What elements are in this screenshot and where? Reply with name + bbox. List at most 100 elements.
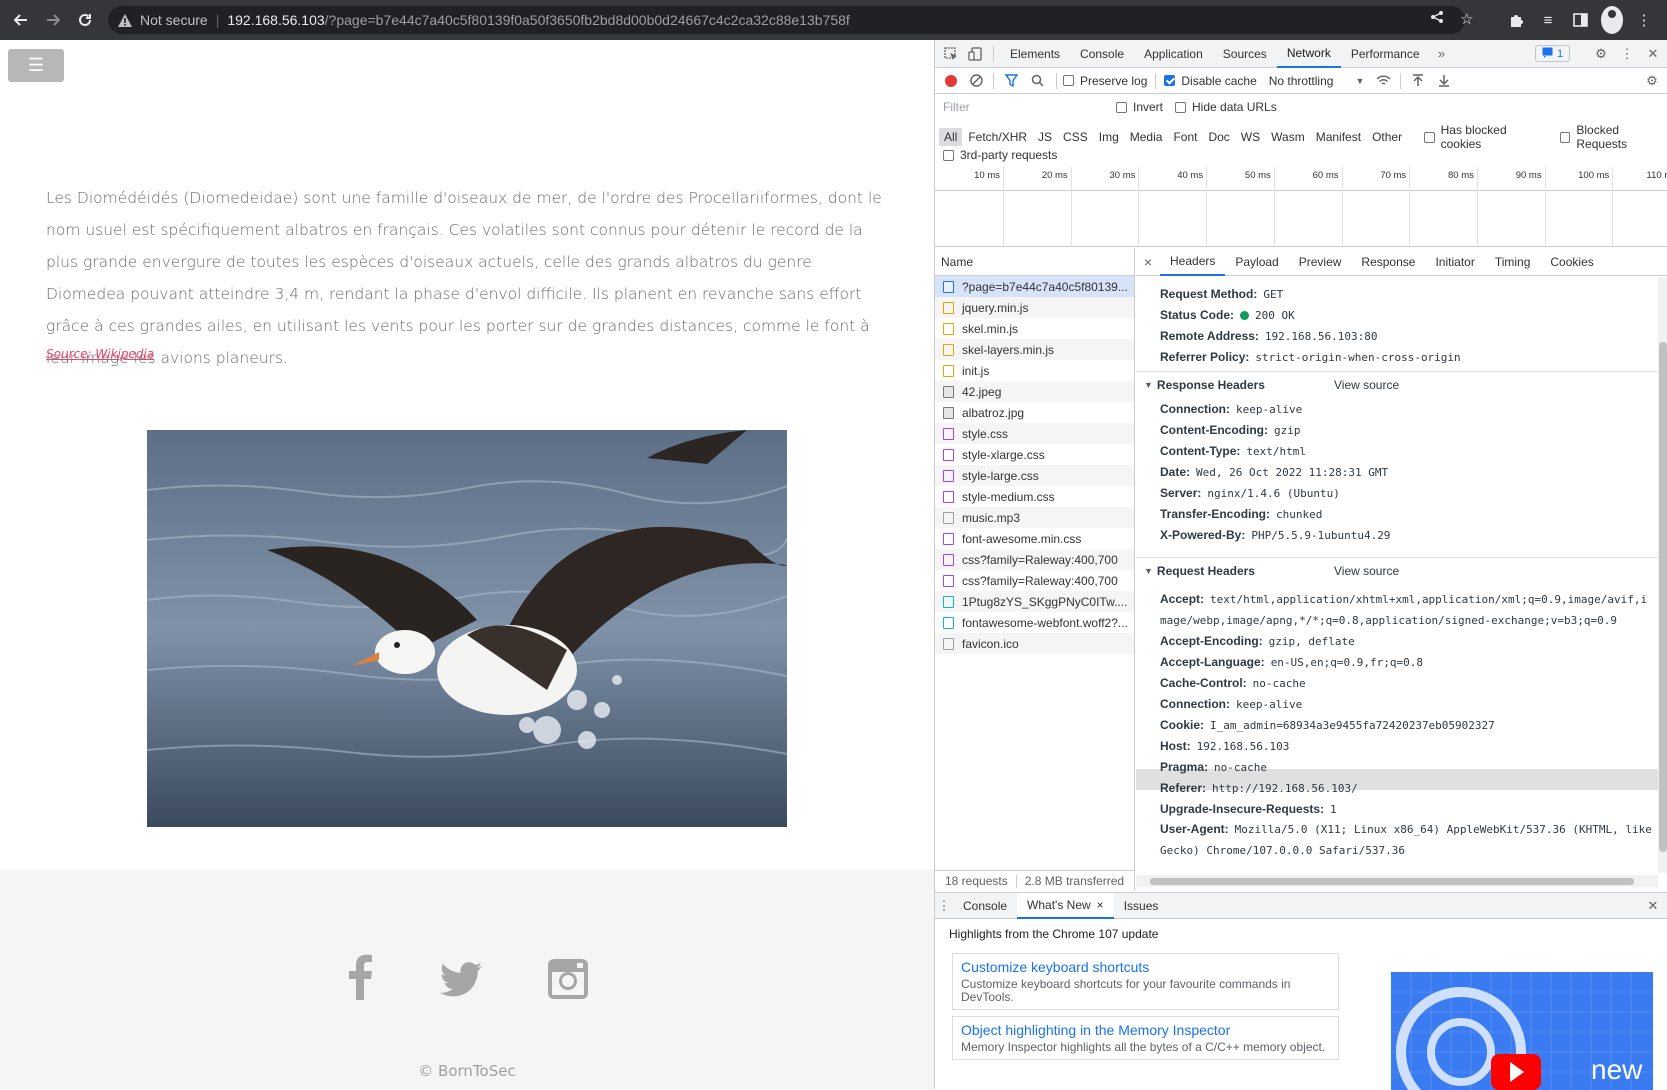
tab-application[interactable]: Application xyxy=(1134,40,1213,68)
request-headers-section[interactable]: ▼ Request Headers View source xyxy=(1136,557,1658,583)
tab-performance[interactable]: Performance xyxy=(1341,40,1430,68)
record-icon[interactable] xyxy=(945,74,957,87)
facebook-icon[interactable] xyxy=(344,952,374,1005)
request-row[interactable]: 1Ptug8zYS_SKggPNyC0ITw.... xyxy=(935,591,1134,612)
address-bar[interactable]: Not secure | 192.168.56.103/?page=b7e44c… xyxy=(108,6,1473,34)
request-row[interactable]: albatroz.jpg xyxy=(935,402,1134,423)
media-queue-icon[interactable]: ≡ xyxy=(1537,6,1559,34)
reload-icon[interactable] xyxy=(70,5,100,35)
hamburger-menu-button[interactable]: ☰ xyxy=(8,49,64,82)
tab-cookies[interactable]: Cookies xyxy=(1540,248,1603,276)
export-har-icon[interactable] xyxy=(1431,68,1457,94)
request-row[interactable]: fontawesome-webfont.woff2?... xyxy=(935,612,1134,633)
hide-data-urls-checkbox[interactable]: Hide data URLs xyxy=(1175,100,1277,114)
drawer-tab-issues[interactable]: Issues xyxy=(1114,893,1169,919)
inspect-element-icon[interactable] xyxy=(939,40,963,68)
type-filter-doc[interactable]: Doc xyxy=(1203,128,1234,146)
side-panel-icon[interactable] xyxy=(1569,6,1591,34)
scroll-thumb[interactable] xyxy=(1150,878,1634,885)
type-filter-media[interactable]: Media xyxy=(1125,128,1168,146)
twitter-icon[interactable] xyxy=(439,962,482,1003)
instagram-icon[interactable] xyxy=(547,958,589,1005)
request-row[interactable]: favicon.ico xyxy=(935,633,1134,654)
tab-preview[interactable]: Preview xyxy=(1289,248,1352,276)
tab-payload[interactable]: Payload xyxy=(1225,248,1288,276)
blocked-requests-checkbox[interactable]: Blocked Requests xyxy=(1559,123,1667,151)
share-icon[interactable] xyxy=(1430,10,1444,28)
whats-new-card[interactable]: Customize keyboard shortcuts Customize k… xyxy=(952,953,1339,1010)
third-party-checkbox[interactable]: 3rd-party requests xyxy=(943,148,1057,162)
scroll-thumb[interactable] xyxy=(1659,342,1667,852)
filter-funnel-icon[interactable] xyxy=(998,68,1024,94)
import-har-icon[interactable] xyxy=(1405,68,1431,94)
request-row[interactable]: css?family=Raleway:400,700 xyxy=(935,549,1134,570)
invert-checkbox[interactable]: Invert xyxy=(1116,100,1163,114)
throttling-select[interactable]: No throttling ▼ xyxy=(1269,74,1365,88)
view-source-button[interactable]: View source xyxy=(1334,378,1399,392)
request-row[interactable]: css?family=Raleway:400,700 xyxy=(935,570,1134,591)
horizontal-scrollbar[interactable] xyxy=(1136,875,1658,887)
tab-sources[interactable]: Sources xyxy=(1213,40,1277,68)
whats-new-video-thumbnail[interactable]: new xyxy=(1391,972,1653,1090)
type-filter-img[interactable]: Img xyxy=(1094,128,1124,146)
close-detail-icon[interactable]: × xyxy=(1136,248,1160,276)
request-row[interactable]: style-medium.css xyxy=(935,486,1134,507)
issues-badge[interactable]: 1 xyxy=(1535,45,1571,62)
request-row[interactable]: 42.jpeg xyxy=(935,381,1134,402)
source-link[interactable]: Source: Wikipedia xyxy=(46,347,154,361)
card-title[interactable]: Object highlighting in the Memory Inspec… xyxy=(961,1022,1330,1038)
tab-timing[interactable]: Timing xyxy=(1485,248,1541,276)
disable-cache-checkbox[interactable]: Disable cache xyxy=(1164,74,1257,88)
settings-gear-icon[interactable]: ⚙ xyxy=(1589,40,1613,68)
request-row[interactable]: jquery.min.js xyxy=(935,297,1134,318)
name-column-header[interactable]: Name xyxy=(935,248,1134,276)
request-row[interactable]: style-xlarge.css xyxy=(935,444,1134,465)
not-secure-label[interactable]: Not secure xyxy=(140,12,208,28)
drawer-menu-icon[interactable]: ⋮ xyxy=(935,892,953,920)
extensions-puzzle-icon[interactable] xyxy=(1505,6,1527,34)
response-headers-section[interactable]: ▼ Response Headers View source xyxy=(1136,371,1658,397)
type-filter-wasm[interactable]: Wasm xyxy=(1266,128,1310,146)
profile-avatar-icon[interactable] xyxy=(1601,6,1623,34)
request-row[interactable]: init.js xyxy=(935,360,1134,381)
filter-input[interactable]: Filter xyxy=(941,100,1101,118)
drawer-tab-whats-new[interactable]: What's New × xyxy=(1017,892,1114,919)
request-row[interactable]: font-awesome.min.css xyxy=(935,528,1134,549)
network-timeline[interactable]: 10 ms 20 ms 30 ms 40 ms 50 ms 60 ms 70 ms 80 ms… xyxy=(935,167,1667,247)
preserve-log-checkbox[interactable]: Preserve log xyxy=(1063,74,1147,88)
tab-response[interactable]: Response xyxy=(1351,248,1425,276)
close-drawer-icon[interactable]: ✕ xyxy=(1641,893,1665,919)
tab-console[interactable]: Console xyxy=(1070,40,1134,68)
request-row[interactable]: music.mp3 xyxy=(935,507,1134,528)
kebab-menu-icon[interactable]: ⋮ xyxy=(1633,6,1655,34)
type-filter-other[interactable]: Other xyxy=(1367,128,1407,146)
type-filter-all[interactable]: All xyxy=(939,128,963,146)
device-toolbar-icon[interactable] xyxy=(963,40,987,68)
type-filter-css[interactable]: CSS xyxy=(1058,128,1093,146)
type-filter-manifest[interactable]: Manifest xyxy=(1311,128,1366,146)
type-filter-js[interactable]: JS xyxy=(1033,128,1057,146)
more-tabs-icon[interactable]: » xyxy=(1430,40,1454,68)
tab-elements[interactable]: Elements xyxy=(1000,40,1070,68)
request-row[interactable]: skel.min.js xyxy=(935,318,1134,339)
request-row[interactable]: style-large.css xyxy=(935,465,1134,486)
clear-icon[interactable] xyxy=(963,68,989,94)
devtools-menu-icon[interactable]: ⋮ xyxy=(1615,40,1639,68)
drawer-tab-console[interactable]: Console xyxy=(953,893,1017,919)
search-icon[interactable] xyxy=(1024,68,1050,94)
tab-network[interactable]: Network xyxy=(1276,40,1341,68)
bookmark-star-icon[interactable]: ☆ xyxy=(1460,10,1473,28)
back-arrow-icon[interactable] xyxy=(6,5,36,35)
request-row[interactable]: skel-layers.min.js xyxy=(935,339,1134,360)
close-devtools-icon[interactable]: ✕ xyxy=(1641,40,1665,68)
tab-headers[interactable]: Headers xyxy=(1160,248,1226,276)
forward-arrow-icon[interactable] xyxy=(38,5,68,35)
vertical-scrollbar[interactable] xyxy=(1658,277,1667,873)
card-title[interactable]: Customize keyboard shortcuts xyxy=(961,959,1330,975)
tab-initiator[interactable]: Initiator xyxy=(1425,248,1484,276)
network-settings-gear-icon[interactable]: ⚙ xyxy=(1639,68,1665,94)
request-row[interactable]: ?page=b7e44c7a40c5f80139... xyxy=(935,276,1134,297)
has-blocked-cookies-checkbox[interactable]: Has blocked cookies xyxy=(1424,123,1545,151)
request-row[interactable]: style.css xyxy=(935,423,1134,444)
whats-new-card[interactable]: Object highlighting in the Memory Inspec… xyxy=(952,1016,1339,1060)
